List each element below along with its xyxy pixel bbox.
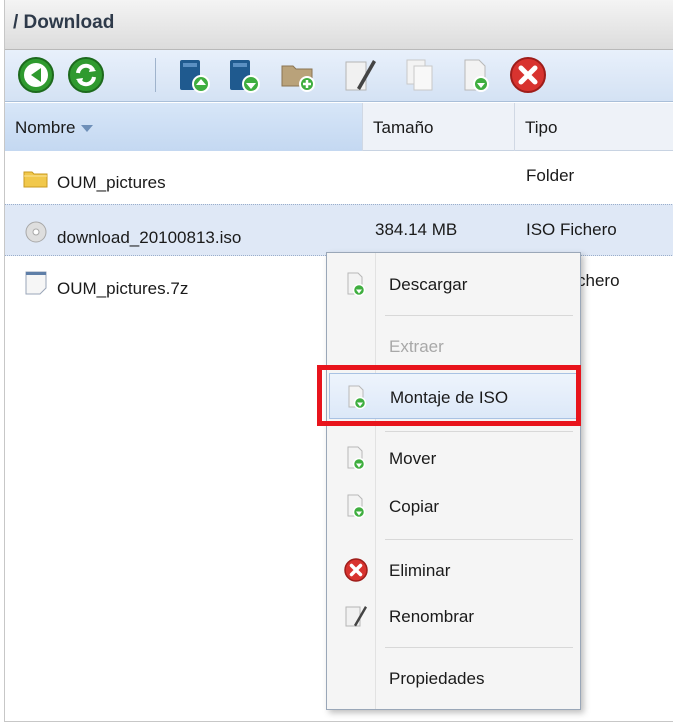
title-bar: / Download — [5, 0, 673, 50]
menu-item-extraer[interactable]: Extraer — [329, 323, 578, 369]
menu-item-label: Descargar — [389, 275, 468, 294]
menu-separator — [385, 315, 573, 316]
file-download-button[interactable] — [457, 56, 495, 94]
folder-icon — [23, 171, 48, 188]
rename-icon — [345, 606, 367, 627]
table-row[interactable]: OUM_pictures Folder — [5, 152, 673, 204]
file-size: 384.14 MB — [375, 220, 458, 239]
column-name-header[interactable]: Nombre — [5, 103, 363, 151]
new-folder-button[interactable] — [279, 56, 317, 94]
file-name: OUM_pictures — [57, 173, 166, 192]
menu-separator — [385, 539, 573, 540]
file-icon — [25, 271, 47, 295]
download-icon — [347, 272, 366, 297]
sort-desc-icon — [81, 125, 94, 133]
menu-item-propiedades[interactable]: Propiedades — [329, 655, 578, 701]
menu-separator — [385, 431, 573, 432]
file-name: download_20100813.iso — [57, 228, 242, 247]
upload-icon — [180, 60, 210, 93]
menu-item-label: Eliminar — [389, 561, 451, 580]
column-size-header[interactable]: Tamaño — [363, 103, 515, 151]
disc-icon — [25, 221, 47, 243]
menu-item-label: Renombrar — [389, 607, 475, 626]
menu-item-renombrar[interactable]: Renombrar — [329, 593, 578, 639]
column-type-label: Tipo — [525, 118, 558, 137]
menu-item-mover[interactable]: Mover — [329, 435, 578, 481]
context-menu: Descargar Extraer Montaje de ISO Mover C… — [326, 252, 581, 710]
back-button[interactable] — [17, 56, 55, 94]
back-icon — [18, 57, 54, 93]
download-icon — [347, 446, 366, 471]
menu-item-copiar[interactable]: Copiar — [329, 483, 578, 529]
rename-button[interactable] — [341, 56, 379, 94]
download-button[interactable] — [225, 56, 263, 94]
copy-button[interactable] — [401, 56, 439, 94]
breadcrumb: / Download — [13, 12, 115, 33]
delete-button[interactable] — [509, 56, 547, 94]
download-icon — [230, 60, 260, 93]
delete-icon — [344, 558, 368, 582]
file-type: chero — [577, 271, 620, 290]
menu-item-label: Mover — [389, 449, 437, 468]
download-icon — [347, 494, 366, 519]
column-header: Nombre Tamaño Tipo — [5, 103, 673, 151]
menu-item-descargar[interactable]: Descargar — [329, 261, 578, 307]
menu-item-eliminar[interactable]: Eliminar — [329, 547, 578, 593]
menu-separator — [385, 369, 573, 370]
column-type-header[interactable]: Tipo — [515, 103, 673, 151]
toolbar-separator — [155, 58, 156, 92]
menu-item-label: Propiedades — [389, 669, 485, 688]
menu-item-label: Extraer — [389, 337, 444, 356]
toolbar — [5, 50, 673, 102]
file-type: ISO Fichero — [526, 220, 617, 239]
copy-icon — [406, 59, 433, 91]
refresh-icon — [68, 57, 104, 93]
rename-icon — [345, 60, 376, 91]
download-icon — [348, 385, 367, 410]
menu-separator — [385, 647, 573, 648]
table-row-selected[interactable]: download_20100813.iso 384.14 MB ISO Fich… — [5, 204, 673, 256]
menu-item-label: Montaje de ISO — [390, 388, 509, 407]
column-size-label: Tamaño — [373, 118, 434, 137]
menu-item-montaje-iso[interactable]: Montaje de ISO — [329, 373, 578, 419]
menu-item-label: Copiar — [389, 497, 440, 516]
delete-icon — [510, 57, 546, 93]
new-folder-icon — [281, 65, 315, 92]
file-type: Folder — [526, 166, 575, 185]
file-name: OUM_pictures.7z — [57, 279, 189, 298]
file-download-icon — [464, 59, 489, 92]
refresh-button[interactable] — [67, 56, 105, 94]
upload-button[interactable] — [175, 56, 213, 94]
column-name-label: Nombre — [15, 118, 76, 137]
